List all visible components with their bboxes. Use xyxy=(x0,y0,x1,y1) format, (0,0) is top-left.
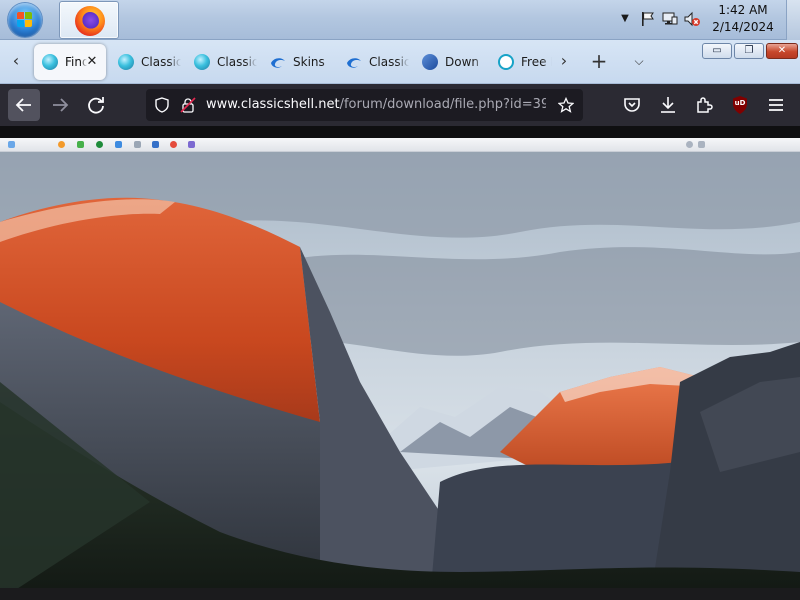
windows-taskbar: ▼ 1:42 AM 2/14/2024 xyxy=(0,0,800,40)
tab-skins[interactable]: Skins xyxy=(262,44,334,80)
start-button[interactable] xyxy=(5,1,45,39)
tab-label: Classic xyxy=(217,55,257,69)
skins-swirl-icon xyxy=(347,58,361,68)
tab-find[interactable]: Find ✕ xyxy=(34,44,106,80)
clock-date: 2/14/2024 xyxy=(712,20,774,34)
mini-app-icon xyxy=(8,141,15,148)
tab-label: Classic xyxy=(141,55,181,69)
bookmark-star-icon[interactable] xyxy=(558,97,574,113)
free-download-icon xyxy=(498,54,514,70)
volume-muted-icon[interactable] xyxy=(684,11,700,27)
url-path: /forum/download/file.php?id=3930 xyxy=(339,97,546,112)
windows-flag-icon xyxy=(17,12,33,28)
mini-app-icon xyxy=(96,141,103,148)
network-icon[interactable] xyxy=(662,11,678,27)
url-text[interactable]: www.classicshell.net/forum/download/file… xyxy=(206,89,546,121)
tab-classic-3[interactable]: Classic xyxy=(338,44,410,80)
mini-app-icon xyxy=(188,141,195,148)
firefox-icon xyxy=(75,6,105,36)
forward-button[interactable] xyxy=(44,89,76,121)
tab-label: Down xyxy=(445,55,480,69)
tab-label: Free D xyxy=(521,55,552,69)
mini-tray-icon xyxy=(686,141,693,148)
download-site-icon xyxy=(422,54,438,70)
mini-app-icon xyxy=(152,141,159,148)
mini-app-icon xyxy=(170,141,177,148)
mini-app-icon xyxy=(115,141,122,148)
mini-app-icon xyxy=(58,141,65,148)
new-tab-button[interactable]: + xyxy=(587,49,611,73)
scroll-tabs-right-button[interactable]: › xyxy=(552,49,576,73)
insecure-lock-icon[interactable] xyxy=(180,97,196,113)
address-bar[interactable]: www.classicshell.net/forum/download/file… xyxy=(146,89,583,121)
mini-app-icon xyxy=(134,141,141,148)
arrow-left-icon xyxy=(15,98,31,112)
minimize-button[interactable]: ▭ xyxy=(702,43,732,59)
action-center-flag-icon[interactable] xyxy=(640,11,656,27)
tab-download[interactable]: Down xyxy=(414,44,486,80)
taskbar-firefox-button[interactable] xyxy=(59,1,119,39)
pocket-icon[interactable] xyxy=(620,93,644,117)
reload-button[interactable] xyxy=(80,89,112,121)
content-top-border xyxy=(0,126,800,138)
tab-classic-1[interactable]: Classic xyxy=(110,44,182,80)
navigation-toolbar: www.classicshell.net/forum/download/file… xyxy=(0,84,800,126)
reload-icon xyxy=(88,97,104,114)
tab-label: Classic xyxy=(369,55,409,69)
system-tray: ▼ 1:42 AM 2/14/2024 xyxy=(610,0,800,40)
tab-classic-2[interactable]: Classic xyxy=(186,44,258,80)
skins-swirl-icon xyxy=(271,58,285,68)
close-tab-icon[interactable]: ✕ xyxy=(84,54,100,70)
tracking-shield-icon[interactable] xyxy=(154,97,170,113)
extensions-icon[interactable] xyxy=(692,93,716,117)
mini-tray-icon xyxy=(698,141,705,148)
tab-label: Skins xyxy=(293,55,325,69)
tab-strip: ‹ Find ✕ Classic Classic Skins Classic D… xyxy=(0,40,800,84)
classic-shell-icon xyxy=(194,54,210,70)
list-all-tabs-button[interactable]: ⌵ xyxy=(627,49,651,73)
maximize-button[interactable]: ❐ xyxy=(734,43,764,59)
content-bottom-border xyxy=(0,588,800,600)
classic-shell-icon xyxy=(118,54,134,70)
page-content xyxy=(0,126,800,600)
remote-screen-toolbar xyxy=(0,138,800,152)
mini-app-icon xyxy=(77,141,84,148)
close-window-button[interactable]: ✕ xyxy=(766,43,798,59)
scroll-tabs-left-button[interactable]: ‹ xyxy=(4,49,28,73)
url-host: www.classicshell.net xyxy=(206,97,340,112)
back-button[interactable] xyxy=(8,89,40,121)
show-desktop-button[interactable] xyxy=(786,0,800,40)
ublock-badge: uD xyxy=(734,99,746,107)
taskbar-clock[interactable]: 1:42 AM 2/14/2024 xyxy=(708,2,778,36)
chevron-up-icon[interactable]: ▼ xyxy=(618,12,632,26)
menu-icon[interactable] xyxy=(764,93,788,117)
clock-time: 1:42 AM xyxy=(718,3,768,17)
mountain-sunset-wallpaper xyxy=(0,152,800,600)
ublock-origin-icon[interactable]: uD xyxy=(728,93,752,117)
arrow-right-icon xyxy=(53,98,69,112)
classic-shell-icon xyxy=(42,54,58,70)
tab-free-download[interactable]: Free D xyxy=(490,44,552,80)
downloads-icon[interactable] xyxy=(656,93,680,117)
